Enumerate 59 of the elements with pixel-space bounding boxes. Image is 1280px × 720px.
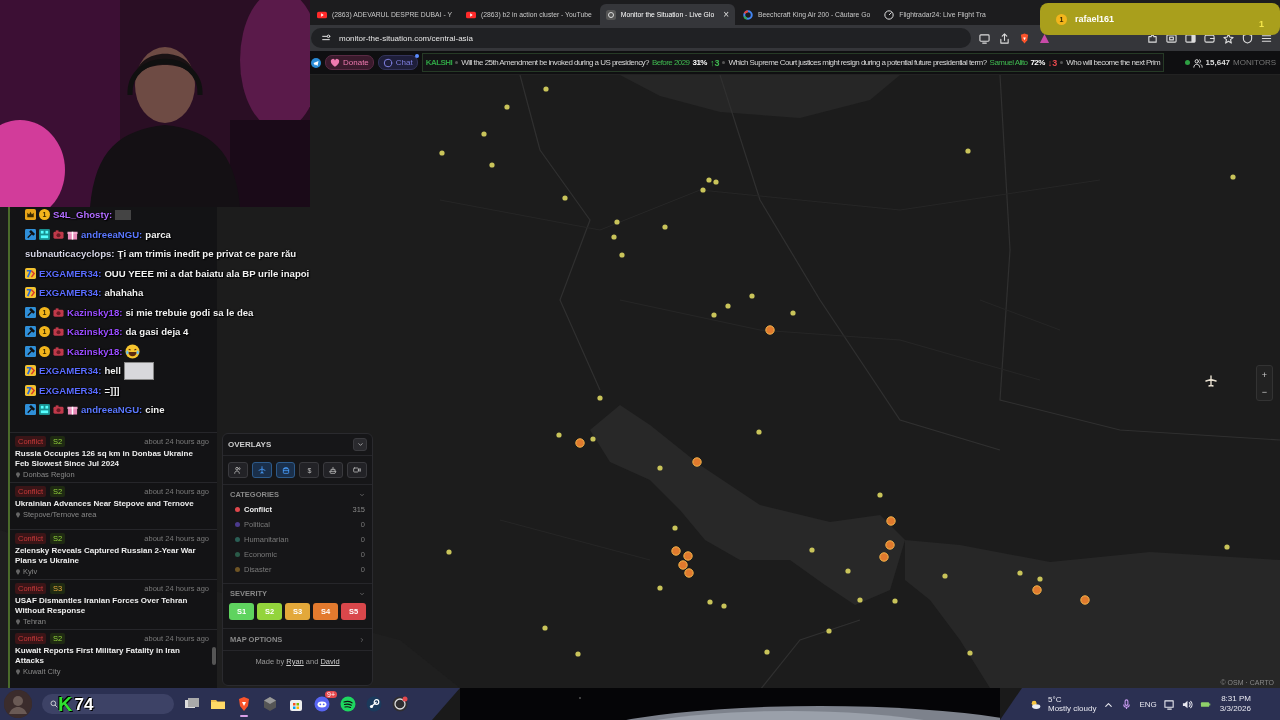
market-percent: 72% xyxy=(1030,58,1045,67)
heart-icon xyxy=(330,57,340,68)
radar-icon xyxy=(884,9,895,20)
alert-count: 1 xyxy=(1259,19,1264,29)
menu-icon[interactable] xyxy=(1261,32,1272,44)
overlay-letter: K xyxy=(58,693,73,716)
live-dot xyxy=(1184,60,1190,65)
market-question[interactable]: Will the 25th Amendment be invoked during a US presidency? xyxy=(461,58,649,67)
market-question[interactable]: Which Supreme Court justices might resign during a potential future presidential term? xyxy=(728,58,987,67)
monitor-count: 15,647 xyxy=(1205,58,1231,67)
donate-button[interactable]: Donate xyxy=(325,55,374,70)
search-icon xyxy=(50,700,58,708)
site-icon xyxy=(605,9,616,20)
screenshot-icon[interactable] xyxy=(1166,32,1177,44)
clock-time[interactable]: 8:31 PM xyxy=(1221,694,1251,704)
market-percent: 31% xyxy=(692,58,707,67)
chat-bubble-icon xyxy=(382,57,393,68)
weather-text: Mostly cloudy xyxy=(1048,704,1097,713)
temperature: 5°C xyxy=(1048,695,1063,704)
people-icon xyxy=(1192,57,1203,68)
play-icon xyxy=(466,9,476,20)
market-question[interactable]: Who will become the next Prim xyxy=(1066,58,1161,67)
close-icon[interactable]: × xyxy=(723,9,729,20)
lion-shield-icon[interactable] xyxy=(236,696,252,712)
game-chat-icon[interactable] xyxy=(314,696,330,712)
lion-shield-icon[interactable] xyxy=(1019,32,1030,44)
wallet-icon[interactable] xyxy=(1204,32,1215,44)
piston-icon[interactable] xyxy=(366,696,382,712)
cast-icon[interactable] xyxy=(979,32,990,44)
volume-icon[interactable] xyxy=(1181,698,1193,710)
sidebar-icon[interactable] xyxy=(1185,32,1196,44)
address-field[interactable]: monitor-the-situation.com/central-asia xyxy=(311,28,971,48)
site-settings-icon[interactable] xyxy=(321,33,331,43)
clock-date[interactable]: 3/3/2026 xyxy=(1219,704,1251,714)
market-change: ↑3 xyxy=(709,57,720,68)
play-icon xyxy=(317,9,327,20)
monitor-label: MONITORS xyxy=(1233,58,1276,67)
colored-ring-icon xyxy=(743,9,753,20)
market-change: ↓3 xyxy=(1047,57,1058,68)
puzzle-icon[interactable] xyxy=(1147,32,1158,44)
paper-plane-icon[interactable] xyxy=(311,57,321,68)
search-field[interactable] xyxy=(42,694,174,714)
sound-waves-icon[interactable] xyxy=(340,696,356,712)
notification-dot xyxy=(414,54,419,58)
monitor-icon[interactable] xyxy=(1163,698,1175,710)
market-outcome: Before 2029 xyxy=(651,58,690,67)
ticker-source: KALSHI xyxy=(425,58,453,67)
cube-icon[interactable] xyxy=(262,696,278,712)
microphone-icon[interactable] xyxy=(1121,698,1133,710)
cloud-sun-icon xyxy=(1030,698,1041,710)
language-indicator[interactable]: ENG xyxy=(1139,699,1157,709)
record-icon[interactable] xyxy=(392,696,408,712)
sparkle-star-icon[interactable] xyxy=(1223,32,1234,44)
chat-button[interactable]: Chat xyxy=(377,55,418,70)
market-outcome: Samuel Alito xyxy=(989,58,1028,67)
triangle-icon[interactable] xyxy=(1039,32,1050,44)
overlay-count: 74 xyxy=(74,694,94,715)
share-icon[interactable] xyxy=(999,32,1010,44)
alert-username: rafael161 xyxy=(1075,14,1115,24)
